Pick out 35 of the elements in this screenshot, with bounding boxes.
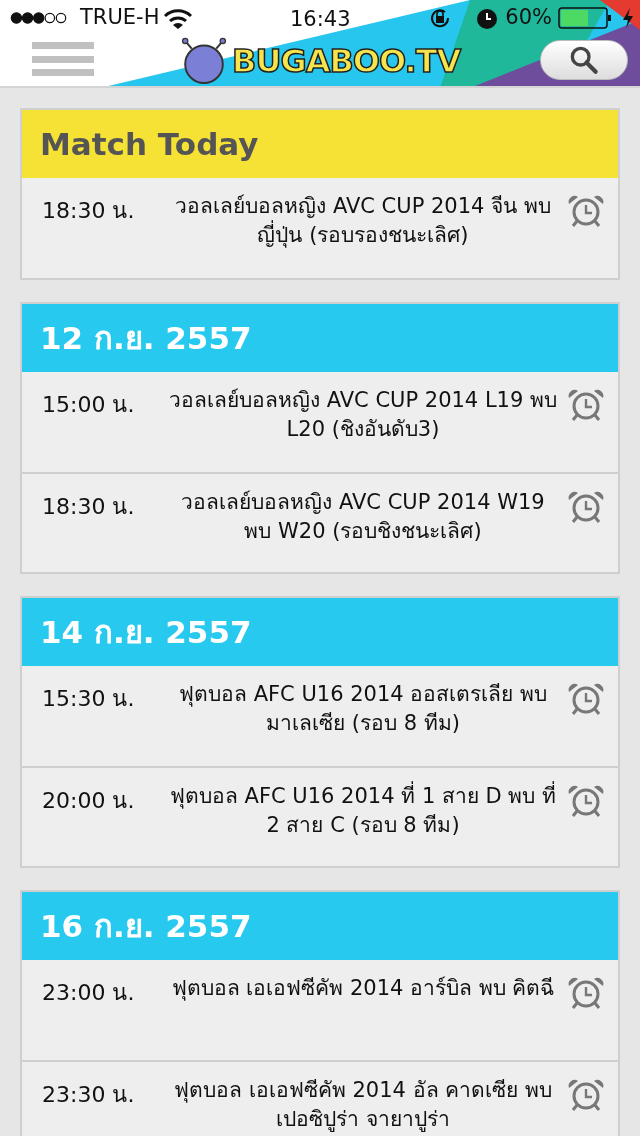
search-icon bbox=[569, 45, 599, 75]
match-title: วอลเลย์บอลหญิง AVC CUP 2014 จีน พบ ญี่ปุ่น (รอบรองชนะเลิศ) bbox=[174, 193, 552, 250]
match-time: 18:30 น. bbox=[42, 493, 136, 521]
match-time: 15:30 น. bbox=[42, 685, 136, 713]
alarm-clock-icon[interactable] bbox=[566, 194, 606, 228]
alarm-clock-icon[interactable] bbox=[566, 784, 606, 818]
match-title: ฟุตบอล เอเอฟซีคัพ 2014 อาร์บิล พบ คิตฉี bbox=[170, 975, 556, 1003]
alarm-clock-icon[interactable] bbox=[566, 1078, 606, 1112]
carrier-name: TRUE-H bbox=[80, 4, 160, 32]
match-time: 18:30 น. bbox=[42, 197, 136, 225]
match-time: 15:00 น. bbox=[42, 391, 136, 419]
wifi-icon bbox=[163, 7, 194, 29]
alarm-clock-icon[interactable] bbox=[566, 976, 606, 1010]
match-time: 20:00 น. bbox=[42, 787, 136, 815]
alarm-clock-icon[interactable] bbox=[566, 682, 606, 716]
date-heading: 16 ก.ย. 2557 bbox=[22, 892, 618, 960]
charging-icon bbox=[622, 7, 634, 29]
match-time: 23:00 น. bbox=[42, 979, 136, 1007]
alarm-clock-icon[interactable] bbox=[566, 388, 606, 422]
clock-time: 16:43 bbox=[290, 6, 351, 33]
date-heading: 12 ก.ย. 2557 bbox=[22, 304, 618, 372]
match-title: ฟุตบอล AFC U16 2014 ออสเตรเลีย พบ มาเลเซีย (รอบ 8 ทีม) bbox=[178, 681, 548, 738]
battery-percent: 60% bbox=[505, 4, 552, 32]
logo-text: BUGABOO.TV bbox=[232, 45, 461, 77]
section-heading: Match Today bbox=[22, 110, 618, 178]
match-title: ฟุตบอล AFC U16 2014 ที่ 1 สาย D พบ ที่ 2 สาย C (รอบ 8 ทีม) bbox=[160, 782, 566, 866]
match-title: วอลเลย์บอลหญิง AVC CUP 2014 W19 พบ W20 (รอบชิงชนะเลิศ) bbox=[180, 489, 546, 546]
mascot-icon bbox=[180, 37, 228, 85]
match-title: วอลเลย์บอลหญิง AVC CUP 2014 L19 พบ L20 (ชิงอันดับ3) bbox=[168, 387, 558, 444]
alarm-icon bbox=[475, 6, 500, 30]
match-time: 23:30 น. bbox=[42, 1081, 136, 1109]
date-heading: 14 ก.ย. 2557 bbox=[22, 598, 618, 666]
match-title: ฟุตบอล เอเอฟซีคัพ 2014 อัล คาดเซีย พบ เปอซิปูร่า จายาปูร่า bbox=[173, 1077, 553, 1134]
alarm-clock-icon[interactable] bbox=[566, 490, 606, 524]
search-button[interactable] bbox=[540, 40, 628, 80]
